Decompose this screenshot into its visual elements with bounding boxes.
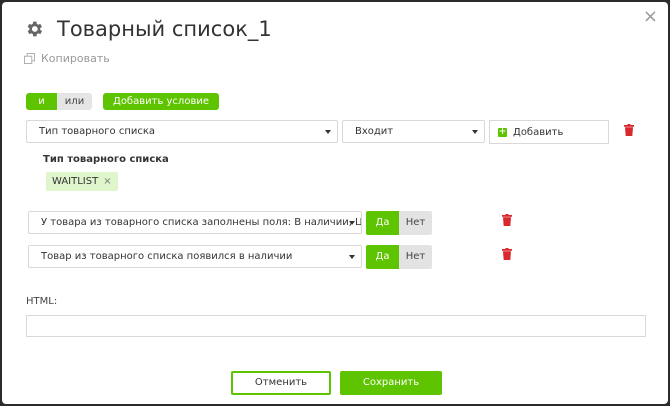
no-button[interactable]: Нет: [399, 211, 432, 235]
list-type-select-value: Тип товарного списка: [39, 126, 156, 137]
dialog-title: Товарный список_1: [57, 17, 272, 41]
operator-select-value: Входит: [355, 126, 394, 137]
cancel-button[interactable]: Отменить: [231, 371, 331, 395]
save-button[interactable]: Сохранить: [340, 371, 442, 395]
copy-button[interactable]: Копировать: [24, 52, 110, 65]
in-stock-toggle: Да Нет: [366, 245, 432, 269]
chevron-down-icon: [349, 255, 355, 259]
html-label: HTML:: [26, 296, 58, 307]
yes-button[interactable]: Да: [366, 211, 399, 235]
plus-square-icon: +: [498, 126, 507, 137]
value-tag: WAITLIST ×: [46, 172, 118, 191]
logic-and-button[interactable]: и: [26, 93, 57, 110]
field-label: Тип товарного списка: [43, 154, 169, 165]
add-value-button[interactable]: + Добавить: [489, 120, 609, 144]
chevron-down-icon: [325, 130, 331, 134]
operator-select[interactable]: Входит: [342, 120, 485, 143]
logic-or-button[interactable]: или: [57, 93, 92, 110]
in-stock-select[interactable]: Товар из товарного списка появился в нал…: [28, 245, 362, 268]
yes-button[interactable]: Да: [366, 245, 399, 269]
gear-icon: [27, 21, 42, 37]
close-icon[interactable]: ×: [643, 8, 658, 26]
tag-remove-icon[interactable]: ×: [103, 176, 111, 187]
copy-icon: [24, 53, 35, 64]
list-type-select[interactable]: Тип товарного списка: [26, 120, 338, 143]
trash-icon[interactable]: [624, 124, 634, 136]
dialog: × Товарный список_1 Копировать и или Доб…: [2, 2, 668, 404]
trash-icon[interactable]: [502, 248, 512, 260]
no-button[interactable]: Нет: [399, 245, 432, 269]
fields-filled-toggle: Да Нет: [366, 211, 432, 235]
in-stock-select-value: Товар из товарного списка появился в нал…: [41, 251, 293, 262]
fields-filled-select-value: У товара из товарного списка заполнены п…: [41, 217, 362, 228]
tag-label: WAITLIST: [52, 176, 99, 187]
logic-toggle: и или: [26, 93, 92, 110]
chevron-down-icon: [472, 130, 478, 134]
html-input[interactable]: [26, 315, 646, 337]
trash-icon[interactable]: [502, 214, 512, 226]
add-value-label: Добавить: [513, 126, 564, 138]
fields-filled-select[interactable]: У товара из товарного списка заполнены п…: [28, 211, 362, 234]
copy-label: Копировать: [41, 52, 110, 65]
chevron-down-icon: [349, 221, 355, 225]
add-condition-button[interactable]: Добавить условие: [103, 93, 219, 110]
